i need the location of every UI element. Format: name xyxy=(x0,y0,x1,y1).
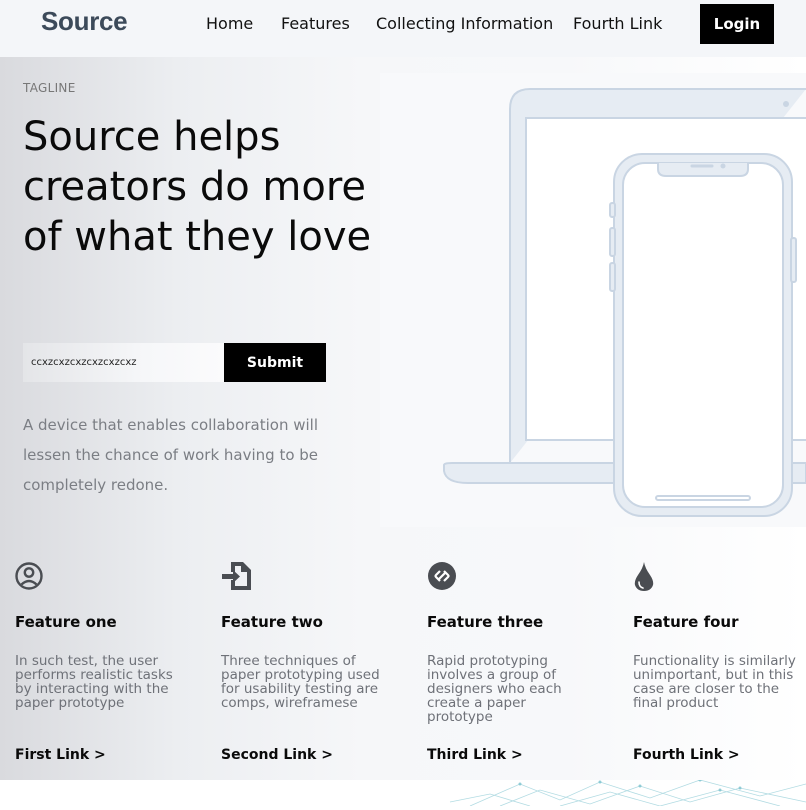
feature-title: Feature four xyxy=(633,613,739,631)
hero-description: A device that enables collaboration will… xyxy=(23,416,319,494)
next-section-edge xyxy=(0,778,806,807)
login-button[interactable]: Login xyxy=(700,4,774,44)
feature-text: In such test, the user performs realisti… xyxy=(15,653,173,711)
laptop-phone-illustration xyxy=(443,88,806,517)
nav-fourth-link[interactable]: Fourth Link xyxy=(573,14,662,33)
hero-tagline: TAGLINE xyxy=(23,81,76,95)
feature-link[interactable]: Fourth Link > xyxy=(633,747,740,763)
site-header: Source Home Features Collecting Informat… xyxy=(0,0,806,57)
submit-button[interactable]: Submit xyxy=(224,343,326,382)
nav-collecting-information[interactable]: Collecting Information xyxy=(376,14,553,33)
file-import-icon xyxy=(222,562,251,590)
feature-title: Feature one xyxy=(15,613,117,631)
laptop-camera xyxy=(783,101,789,107)
nav-features[interactable]: Features xyxy=(281,14,350,33)
feature-link[interactable]: Third Link > xyxy=(427,747,523,763)
logo[interactable]: Source xyxy=(41,6,128,37)
user-circle-icon xyxy=(15,562,43,590)
nav-home[interactable]: Home xyxy=(206,14,253,33)
feature-link[interactable]: Second Link > xyxy=(221,747,333,763)
feature-title: Feature three xyxy=(427,613,544,631)
feature-text: Rapid prototyping involves a group of de… xyxy=(427,653,562,725)
water-drop-icon xyxy=(634,562,654,591)
feature-title: Feature two xyxy=(221,613,323,631)
feature-link[interactable]: First Link > xyxy=(15,747,106,763)
link-circle-icon xyxy=(428,562,456,590)
feature-text: Functionality is similarly unimportant, … xyxy=(633,653,796,711)
phone xyxy=(609,153,797,517)
decorative-network-graphic xyxy=(449,778,806,807)
signup-input[interactable] xyxy=(23,343,224,382)
feature-text: Three techniques of paper prototyping us… xyxy=(221,653,380,711)
hero-headline: Source helps creators do more of what th… xyxy=(23,114,372,260)
